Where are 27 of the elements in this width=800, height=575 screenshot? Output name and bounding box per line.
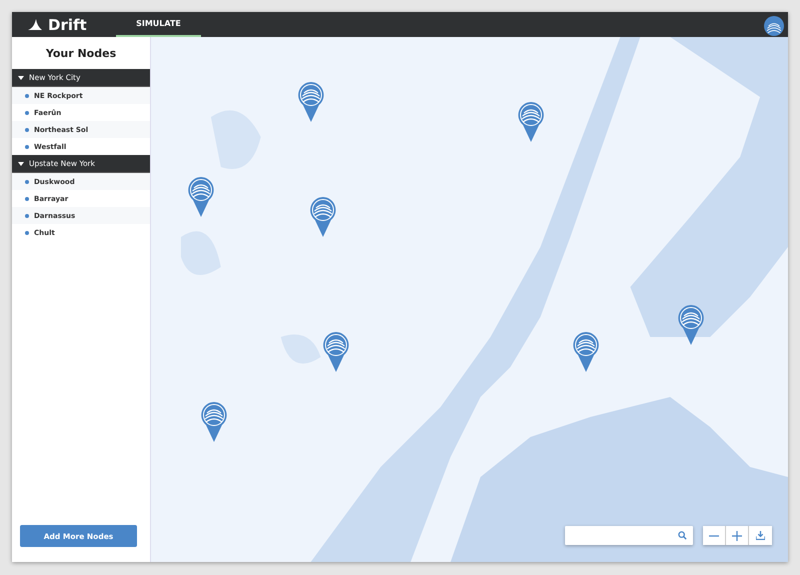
map-pin-icon[interactable] xyxy=(518,102,544,142)
map-pin-icon[interactable] xyxy=(201,402,227,442)
bullet-icon xyxy=(25,214,29,218)
zoom-in-button[interactable] xyxy=(726,526,749,545)
map-pin-icon[interactable] xyxy=(188,177,214,217)
bullet-icon xyxy=(25,110,29,114)
download-icon xyxy=(756,531,765,540)
search-icon xyxy=(678,531,687,540)
bullet-icon xyxy=(25,94,29,98)
plus-icon xyxy=(732,530,742,540)
app-logo: Drift xyxy=(48,16,87,34)
bullet-icon xyxy=(25,230,29,234)
map-pin-icon[interactable] xyxy=(678,305,704,345)
bullet-icon xyxy=(25,180,29,184)
avatar-icon[interactable] xyxy=(764,16,784,36)
zoom-out-button[interactable] xyxy=(703,526,726,545)
map-pin-icon[interactable] xyxy=(298,82,324,122)
map-pin-icon[interactable] xyxy=(323,332,349,372)
map-pin-icon[interactable] xyxy=(573,332,599,372)
map-pin-icon[interactable] xyxy=(310,197,336,237)
bullet-icon xyxy=(25,128,29,132)
bullet-icon xyxy=(25,144,29,148)
sidebar-title: Your Nodes xyxy=(44,46,118,62)
search-field[interactable] xyxy=(565,526,693,545)
download-button[interactable] xyxy=(749,526,772,545)
sail-logo-icon xyxy=(28,19,42,30)
bullet-icon xyxy=(25,196,29,200)
